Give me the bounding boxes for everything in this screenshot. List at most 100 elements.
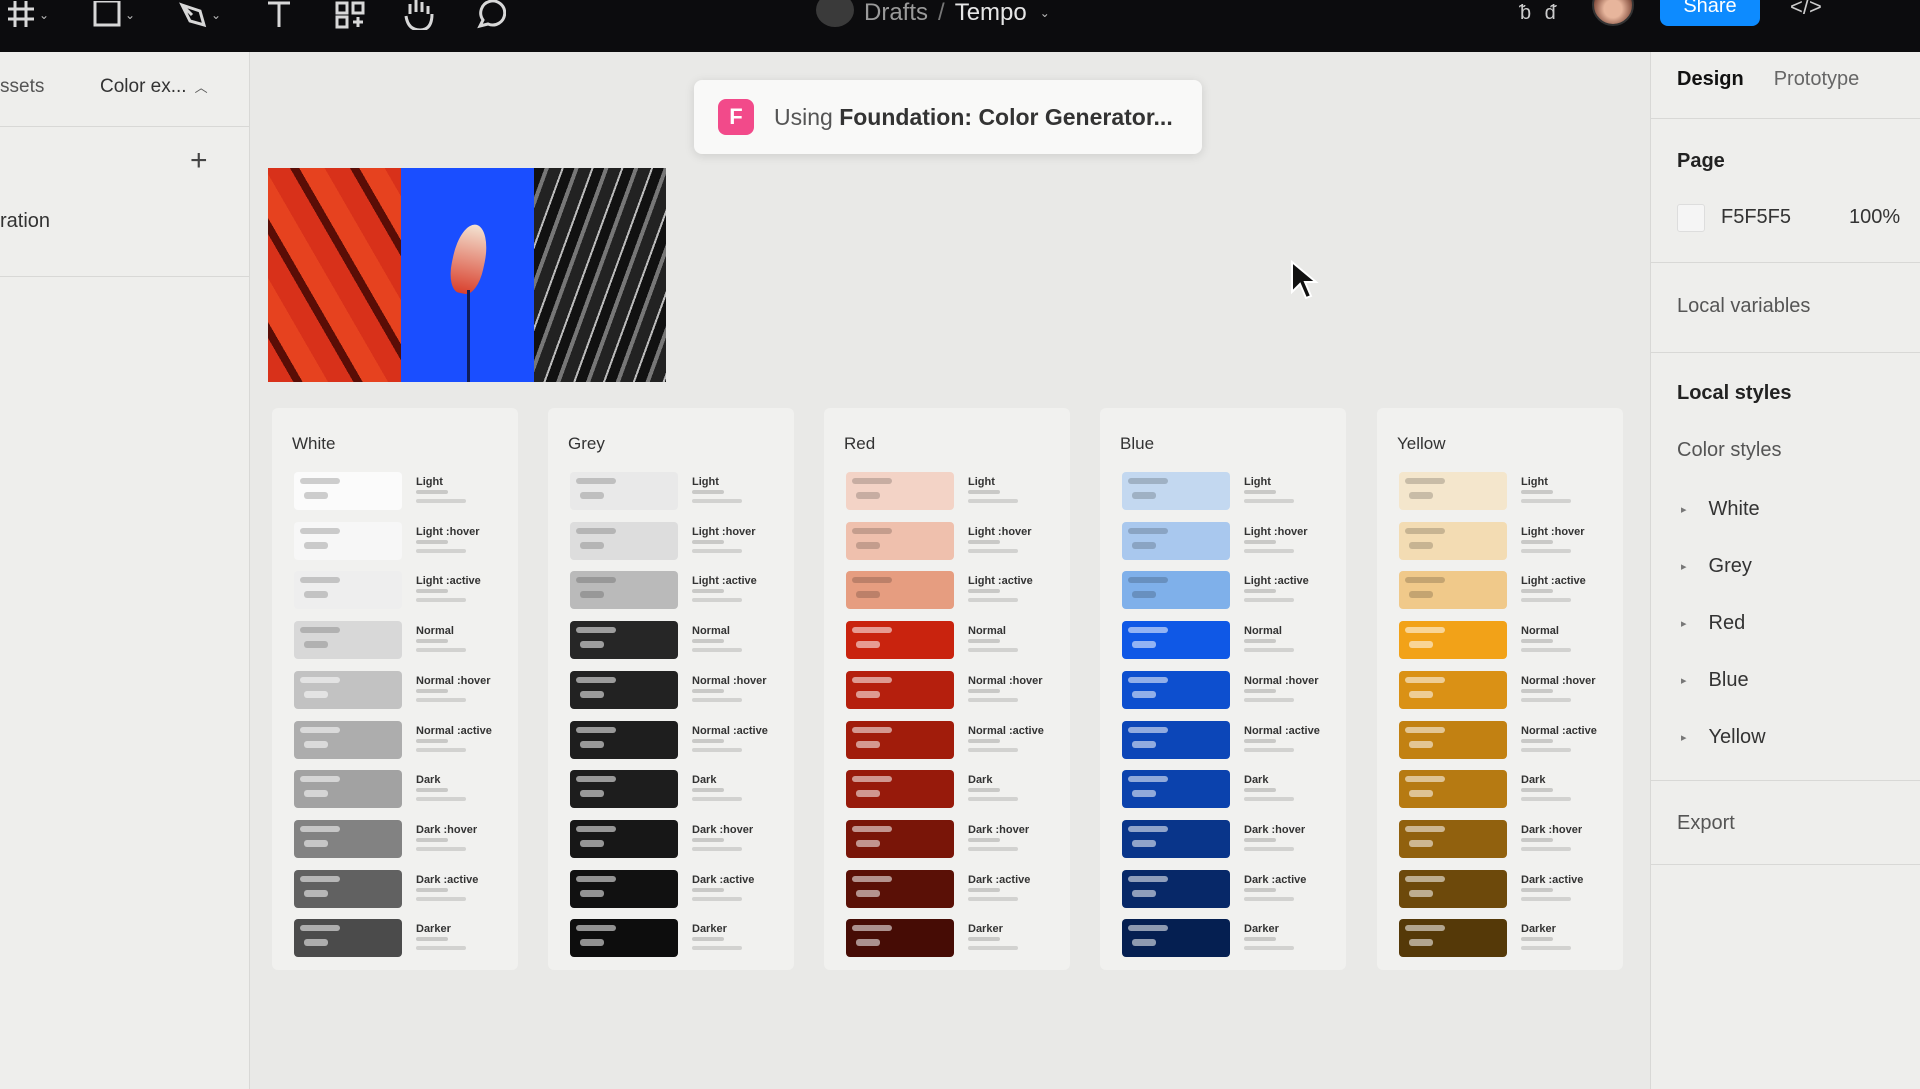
color-swatch[interactable]	[1399, 919, 1507, 958]
color-swatch[interactable]	[1399, 819, 1507, 858]
color-swatch[interactable]	[1399, 571, 1507, 610]
swatch-row[interactable]: Light :active	[1399, 571, 1619, 611]
swatch-row[interactable]: Normal :active	[294, 720, 514, 761]
caret-right-icon[interactable]: ▸	[1681, 560, 1687, 573]
color-swatch[interactable]	[570, 869, 678, 908]
color-swatch[interactable]	[846, 919, 954, 958]
pen-tool[interactable]: ⌄	[178, 0, 221, 30]
color-swatch[interactable]	[570, 472, 678, 510]
swatch-row[interactable]: Dark :active	[1122, 869, 1342, 910]
color-swatch[interactable]	[1122, 521, 1230, 560]
swatch-row[interactable]: Normal :hover	[570, 670, 790, 711]
swatch-row[interactable]: Light :active	[294, 571, 514, 611]
color-swatch[interactable]	[294, 869, 402, 908]
palette-card-red[interactable]: Red Light Light :hover Light :active Normal N…	[824, 408, 1070, 970]
color-swatch[interactable]	[846, 819, 954, 858]
caret-right-icon[interactable]: ▸	[1681, 674, 1687, 687]
swatch-row[interactable]: Normal :active	[1122, 720, 1342, 761]
caret-right-icon[interactable]: ▸	[1681, 617, 1687, 630]
swatch-row[interactable]: Dark :hover	[1399, 819, 1619, 860]
style-group-red[interactable]: ▸ Red	[1681, 612, 1745, 635]
swatch-row[interactable]: Dark	[570, 770, 790, 810]
swatch-row[interactable]: Dark	[294, 770, 514, 810]
color-swatch[interactable]	[294, 819, 402, 858]
swatch-row[interactable]: Normal :active	[570, 720, 790, 761]
color-swatch[interactable]	[1122, 919, 1230, 958]
color-swatch[interactable]	[570, 621, 678, 660]
page-color-swatch[interactable]	[1677, 204, 1705, 232]
comment-tool[interactable]	[474, 0, 506, 30]
color-swatch[interactable]	[294, 621, 402, 660]
color-swatch[interactable]	[1399, 869, 1507, 908]
style-group-blue[interactable]: ▸ Blue	[1681, 669, 1749, 692]
color-swatch[interactable]	[1122, 819, 1230, 858]
swatch-row[interactable]: Normal :active	[1399, 720, 1619, 761]
color-swatch[interactable]	[570, 720, 678, 759]
swatch-row[interactable]: Normal :hover	[1399, 670, 1619, 711]
color-swatch[interactable]	[846, 720, 954, 759]
export-section[interactable]: Export	[1677, 812, 1735, 835]
swatch-row[interactable]: Dark :hover	[1122, 819, 1342, 860]
color-swatch[interactable]	[294, 472, 402, 510]
swatch-row[interactable]: Dark :hover	[294, 819, 514, 860]
color-swatch[interactable]	[1122, 472, 1230, 510]
page-color-hex[interactable]: F5F5F5	[1721, 206, 1791, 229]
caret-right-icon[interactable]: ▸	[1681, 503, 1687, 516]
color-swatch[interactable]	[294, 720, 402, 759]
swatch-row[interactable]: Normal :active	[846, 720, 1066, 761]
swatch-row[interactable]: Normal :hover	[294, 670, 514, 711]
swatch-row[interactable]: Dark :active	[294, 869, 514, 910]
color-swatch[interactable]	[1122, 869, 1230, 908]
color-swatch[interactable]	[570, 819, 678, 858]
color-swatch[interactable]	[846, 621, 954, 660]
color-swatch[interactable]	[294, 571, 402, 610]
swatch-row[interactable]: Light	[1399, 472, 1619, 512]
color-swatch[interactable]	[294, 521, 402, 560]
swatch-row[interactable]: Light :active	[1122, 571, 1342, 611]
color-swatch[interactable]	[1122, 621, 1230, 660]
swatch-row[interactable]: Light :hover	[1122, 521, 1342, 562]
color-swatch[interactable]	[570, 521, 678, 560]
local-variables-button[interactable]: Local variables	[1677, 295, 1810, 318]
tab-assets[interactable]: ssets	[0, 76, 44, 98]
color-swatch[interactable]	[1399, 770, 1507, 809]
canvas-image[interactable]	[268, 168, 666, 382]
swatch-row[interactable]: Darker	[846, 919, 1066, 959]
color-swatch[interactable]	[846, 670, 954, 709]
page-color-opacity[interactable]: 100%	[1849, 206, 1900, 229]
add-page-button[interactable]: +	[190, 146, 208, 176]
color-swatch[interactable]	[570, 919, 678, 958]
breadcrumb-project[interactable]: Drafts	[864, 0, 928, 27]
color-swatch[interactable]	[846, 472, 954, 510]
swatch-row[interactable]: Normal	[294, 621, 514, 661]
component-tool[interactable]	[334, 0, 366, 30]
swatch-row[interactable]: Dark :hover	[846, 819, 1066, 860]
layer-item[interactable]: ration	[0, 210, 50, 233]
palette-card-white[interactable]: White Light Light :hover Light :active Norma…	[272, 408, 518, 970]
color-swatch[interactable]	[846, 770, 954, 809]
chevron-down-icon[interactable]: ⌄	[1040, 6, 1050, 20]
page-selector[interactable]: Color ex... ︿	[100, 76, 208, 98]
swatch-row[interactable]: Darker	[1399, 919, 1619, 959]
swatch-row[interactable]: Dark :active	[846, 869, 1066, 910]
color-swatch[interactable]	[294, 919, 402, 958]
swatch-row[interactable]: Dark	[1399, 770, 1619, 810]
color-swatch[interactable]	[1122, 770, 1230, 809]
share-button[interactable]: Share	[1660, 0, 1760, 26]
breadcrumb-file-name[interactable]: Tempo	[955, 0, 1027, 27]
color-swatch[interactable]	[1399, 621, 1507, 660]
swatch-row[interactable]: Dark	[846, 770, 1066, 810]
shape-tool[interactable]: ⌄	[92, 0, 135, 30]
swatch-row[interactable]: Dark :active	[570, 869, 790, 910]
swatch-row[interactable]: Light	[294, 472, 514, 512]
style-group-yellow[interactable]: ▸ Yellow	[1681, 726, 1766, 749]
swatch-row[interactable]: Light :hover	[570, 521, 790, 562]
dev-mode-icon[interactable]: </>	[1790, 0, 1822, 20]
color-swatch[interactable]	[846, 869, 954, 908]
multiplayer-icon[interactable]: ᵬ ᵭ	[1520, 2, 1560, 25]
tab-design[interactable]: Design	[1677, 68, 1744, 91]
palette-card-grey[interactable]: Grey Light Light :hover Light :active Normal…	[548, 408, 794, 970]
style-group-grey[interactable]: ▸ Grey	[1681, 555, 1752, 578]
color-swatch[interactable]	[1399, 670, 1507, 709]
color-swatch[interactable]	[294, 770, 402, 809]
